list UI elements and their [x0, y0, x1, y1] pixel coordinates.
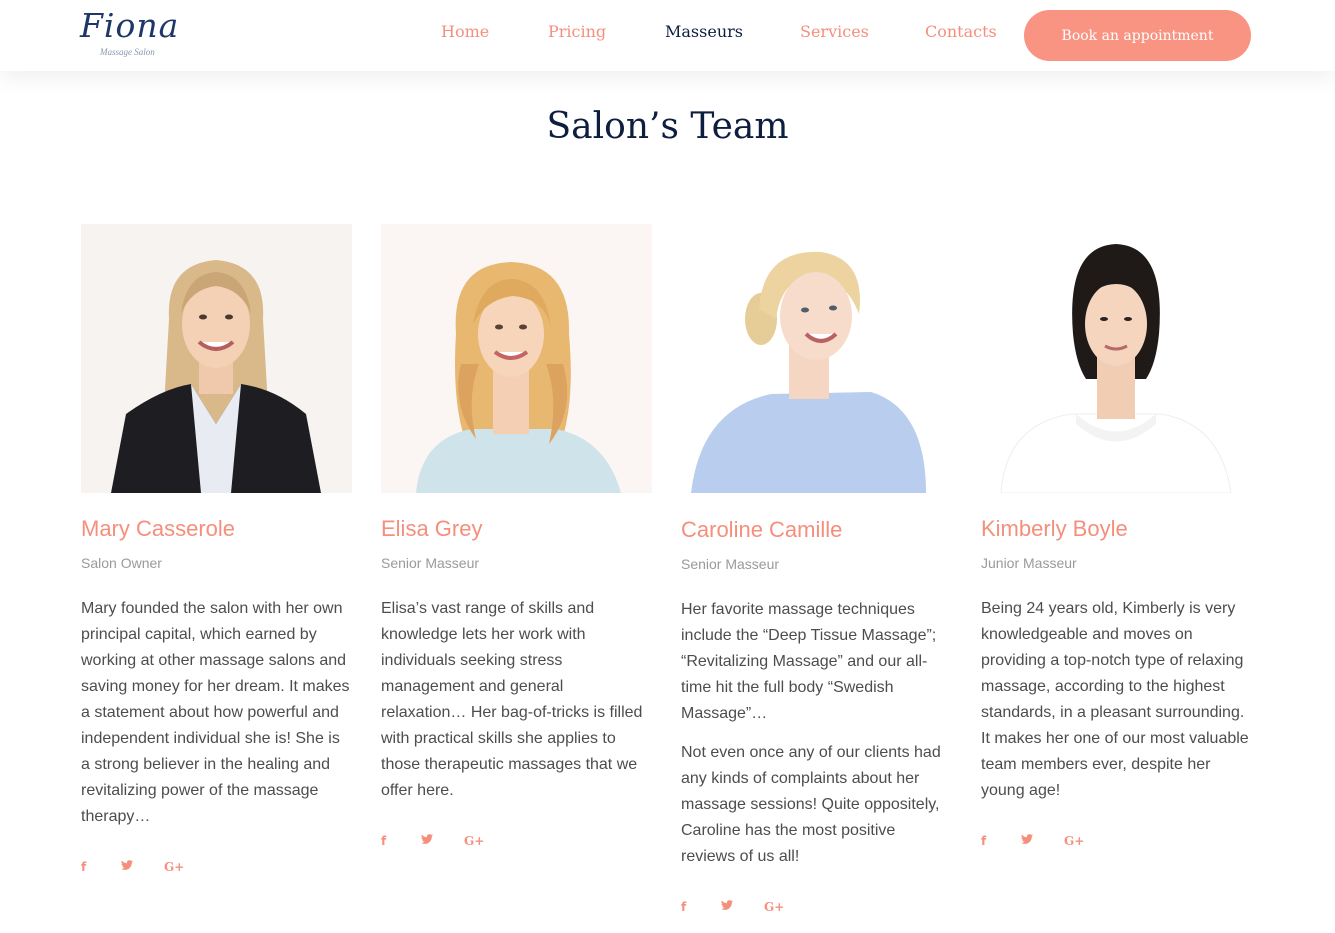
team-card: Kimberly Boyle Junior Masseur Being 24 y…	[981, 224, 1252, 848]
facebook-icon[interactable]: f	[981, 834, 986, 848]
team-card: Caroline Camille Senior Masseur Her favo…	[681, 224, 952, 914]
nav-contacts[interactable]: Contacts	[925, 22, 997, 41]
book-appointment-button[interactable]: Book an appointment	[1024, 10, 1251, 61]
team-card: Elisa Grey Senior Masseur Elisa’s vast r…	[381, 224, 652, 848]
team-photo-elisa	[381, 224, 652, 493]
member-name: Mary Casserole	[81, 516, 236, 541]
nav-pricing[interactable]: Pricing	[548, 22, 606, 41]
bio-paragraph: Not even once any of our clients had any…	[681, 744, 941, 865]
social-links: f G+	[381, 834, 521, 852]
team-card: Mary Casserole Salon Owner Mary founded …	[81, 224, 352, 874]
google-plus-icon[interactable]: G+	[1064, 834, 1084, 848]
twitter-icon[interactable]	[421, 834, 433, 848]
logo-wordmark: Fiona	[80, 6, 180, 45]
google-plus-icon[interactable]: G+	[464, 834, 484, 848]
nav-home[interactable]: Home	[441, 22, 489, 41]
bio-paragraph: Mary founded the salon with her own prin…	[81, 600, 350, 825]
twitter-icon[interactable]	[121, 860, 133, 874]
team-photo-mary	[81, 224, 352, 493]
member-role: Salon Owner	[81, 555, 162, 571]
social-links: f G+	[681, 900, 821, 918]
nav-services[interactable]: Services	[800, 22, 869, 41]
logo-tagline: Massage Salon	[100, 47, 155, 57]
social-links: f G+	[981, 834, 1121, 852]
twitter-icon[interactable]	[1021, 834, 1033, 848]
google-plus-icon[interactable]: G+	[764, 900, 784, 914]
google-plus-icon[interactable]: G+	[164, 860, 184, 874]
bio-paragraph: Elisa’s vast range of skills and knowled…	[381, 600, 643, 799]
bio-paragraph: Her favorite massage techniques include …	[681, 601, 937, 722]
member-bio: Being 24 years old, Kimberly is very kno…	[981, 596, 1252, 817]
member-bio: Mary founded the salon with her own prin…	[81, 596, 352, 843]
member-bio: Elisa’s vast range of skills and knowled…	[381, 596, 652, 817]
facebook-icon[interactable]: f	[381, 834, 386, 848]
member-name: Caroline Camille	[681, 517, 843, 542]
member-name: Elisa Grey	[381, 516, 483, 541]
social-links: f G+	[81, 860, 221, 878]
logo[interactable]: Fiona Massage Salon	[80, 6, 190, 60]
site-header: Fiona Massage Salon Home Pricing Masseur…	[0, 0, 1335, 71]
bio-paragraph: Being 24 years old, Kimberly is very kno…	[981, 600, 1249, 799]
twitter-icon[interactable]	[721, 900, 733, 914]
member-role: Junior Masseur	[981, 555, 1077, 571]
nav-masseurs[interactable]: Masseurs	[665, 22, 743, 41]
team-photo-kimberly	[981, 224, 1252, 493]
member-name: Kimberly Boyle	[981, 516, 1128, 541]
member-role: Senior Masseur	[681, 556, 780, 572]
team-photo-caroline	[681, 224, 952, 493]
member-bio: Her favorite massage techniques include …	[681, 597, 952, 883]
facebook-icon[interactable]: f	[681, 900, 686, 914]
page-title: Salon’s Team	[546, 106, 789, 147]
facebook-icon[interactable]: f	[81, 860, 86, 874]
member-role: Senior Masseur	[381, 555, 480, 571]
